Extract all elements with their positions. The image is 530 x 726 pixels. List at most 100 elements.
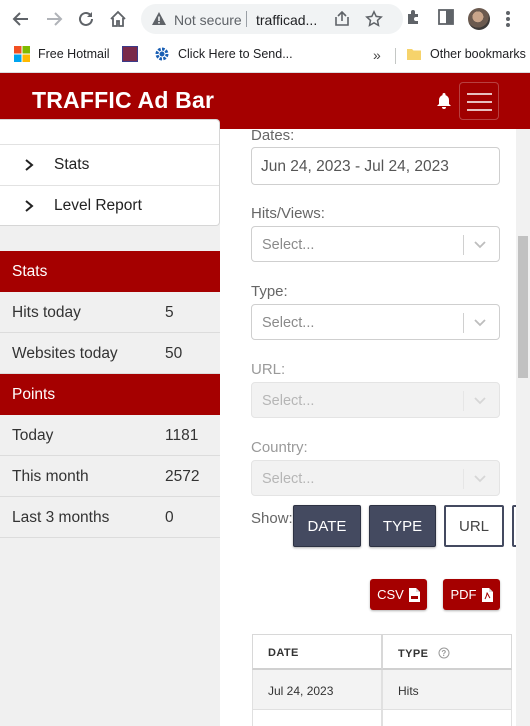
column-header-date[interactable]: DATE — [252, 634, 382, 670]
points-label: Last 3 months — [12, 509, 110, 526]
select-placeholder: Select... — [262, 471, 315, 487]
stat-row-websites-today: Websites today 50 — [0, 333, 220, 374]
type-label: Type: — [251, 283, 288, 300]
bookmarks-bar: Free Hotmail Click Here to Send... » Oth… — [0, 38, 530, 73]
country-select: Select... — [251, 460, 500, 496]
points-value: 2572 — [165, 468, 200, 485]
bookmark-free-hotmail[interactable]: Free Hotmail — [14, 46, 110, 62]
chevron-down-icon[interactable] — [473, 239, 487, 251]
more-menu-icon[interactable] — [505, 9, 511, 34]
toggle-url-button[interactable]: URL — [444, 505, 504, 547]
omnibox-divider — [246, 11, 247, 27]
stat-value: 5 — [165, 304, 174, 321]
select-placeholder: Select... — [262, 393, 315, 409]
bookmark-label: Click Here to Send... — [178, 47, 293, 61]
points-row-this-month: This month 2572 — [0, 456, 220, 497]
browser-toolbar: Not secure trafficad... — [0, 0, 530, 38]
stats-section-header: Stats — [0, 251, 220, 292]
menu-bar-line — [467, 101, 492, 103]
hits-views-label: Hits/Views: — [251, 205, 325, 222]
bookmark-label: Other bookmarks — [430, 47, 526, 61]
stat-row-hits-today: Hits today 5 — [0, 292, 220, 333]
chevron-right-icon — [25, 200, 34, 212]
bookmark-click-here[interactable]: Click Here to Send... — [154, 46, 293, 62]
back-icon[interactable] — [9, 7, 33, 31]
select-divider — [463, 313, 464, 333]
table-cell-type — [382, 710, 512, 726]
points-row-today: Today 1181 — [0, 415, 220, 456]
select-placeholder: Select... — [262, 237, 315, 253]
hits-views-select[interactable]: Select... — [251, 226, 500, 262]
scrollbar-thumb[interactable] — [518, 236, 528, 378]
reload-icon[interactable] — [74, 7, 98, 31]
export-csv-button[interactable]: CSV — [370, 579, 427, 610]
chevron-right-icon — [25, 159, 34, 171]
share-icon[interactable] — [333, 10, 351, 33]
select-placeholder: Select... — [262, 315, 315, 331]
export-pdf-button[interactable]: PDF — [443, 579, 500, 610]
stat-label: Websites today — [12, 345, 118, 362]
select-divider — [463, 469, 464, 489]
chevron-down-icon[interactable] — [473, 317, 487, 329]
points-value: 0 — [165, 509, 174, 526]
svg-text:?: ? — [441, 649, 446, 658]
url-select: Select... — [251, 382, 500, 418]
windows-logo-icon — [14, 46, 30, 62]
points-label: Today — [12, 427, 54, 444]
hamburger-menu-button[interactable] — [459, 82, 499, 120]
bell-icon[interactable] — [436, 92, 452, 115]
gear-icon — [154, 46, 170, 62]
security-label[interactable]: Not secure — [174, 12, 242, 28]
other-bookmarks[interactable]: Other bookmarks — [406, 46, 526, 62]
warning-icon — [151, 11, 167, 32]
sidebar-menu-card: Stats Level Report — [0, 119, 220, 226]
table-cell-type: Hits — [382, 670, 512, 710]
csv-file-icon — [408, 587, 420, 602]
toggle-type-button[interactable]: TYPE — [369, 505, 436, 547]
sidebar-item-level-report[interactable]: Level Report — [0, 185, 219, 226]
url-label: URL: — [251, 361, 286, 378]
stat-label: Hits today — [12, 304, 81, 321]
pdf-file-icon — [481, 587, 493, 602]
profile-avatar[interactable] — [468, 8, 490, 30]
address-bar[interactable]: Not secure trafficad... — [141, 4, 403, 34]
sidebar-item-label: Level Report — [54, 197, 142, 214]
sidebar-item-label: Stats — [54, 156, 90, 173]
select-divider — [463, 235, 464, 255]
bookmark-label: Free Hotmail — [38, 47, 110, 61]
site-favicon-icon — [122, 46, 138, 62]
csv-label: CSV — [377, 587, 404, 602]
chevron-down-icon — [474, 397, 486, 405]
bookmark-star-icon[interactable] — [365, 10, 383, 33]
menu-bar-line — [467, 109, 492, 111]
country-label: Country: — [251, 439, 308, 456]
dates-label: Dates: — [251, 129, 295, 144]
more-bookmarks-chevron[interactable]: » — [373, 47, 381, 63]
table-cell-date — [252, 710, 382, 726]
menu-bar-line — [467, 93, 492, 95]
side-panel-icon[interactable] — [437, 8, 455, 31]
chevron-down-icon — [474, 475, 486, 483]
folder-icon — [406, 46, 422, 62]
forward-icon[interactable] — [42, 7, 66, 31]
page-scrollbar[interactable] — [516, 129, 530, 726]
show-label: Show: — [251, 510, 293, 527]
points-label: This month — [12, 468, 89, 485]
report-panel: Dates: Jun 24, 2023 - Jul 24, 2023 Hits/… — [220, 129, 516, 726]
table-cell-date: Jul 24, 2023 — [252, 670, 382, 710]
date-range-input[interactable]: Jun 24, 2023 - Jul 24, 2023 — [251, 147, 500, 185]
points-row-last-3-months: Last 3 months 0 — [0, 497, 220, 538]
help-icon[interactable]: ? — [438, 647, 450, 659]
sidebar-item-stats[interactable]: Stats — [0, 144, 219, 185]
column-header-type[interactable]: TYPE ? — [382, 634, 512, 670]
type-select[interactable]: Select... — [251, 304, 500, 340]
points-value: 1181 — [165, 427, 199, 444]
extensions-icon[interactable] — [404, 8, 424, 33]
brand-title[interactable]: TRAFFIC Ad Bar — [32, 87, 214, 114]
sidebar: Stats Level Report Stats Hits today 5 We… — [0, 119, 220, 726]
home-icon[interactable] — [106, 7, 130, 31]
bookmark-site-icon[interactable] — [122, 46, 146, 62]
url-text[interactable]: trafficad... — [256, 12, 317, 28]
bookmarks-divider — [395, 48, 396, 64]
toggle-date-button[interactable]: DATE — [293, 505, 361, 547]
